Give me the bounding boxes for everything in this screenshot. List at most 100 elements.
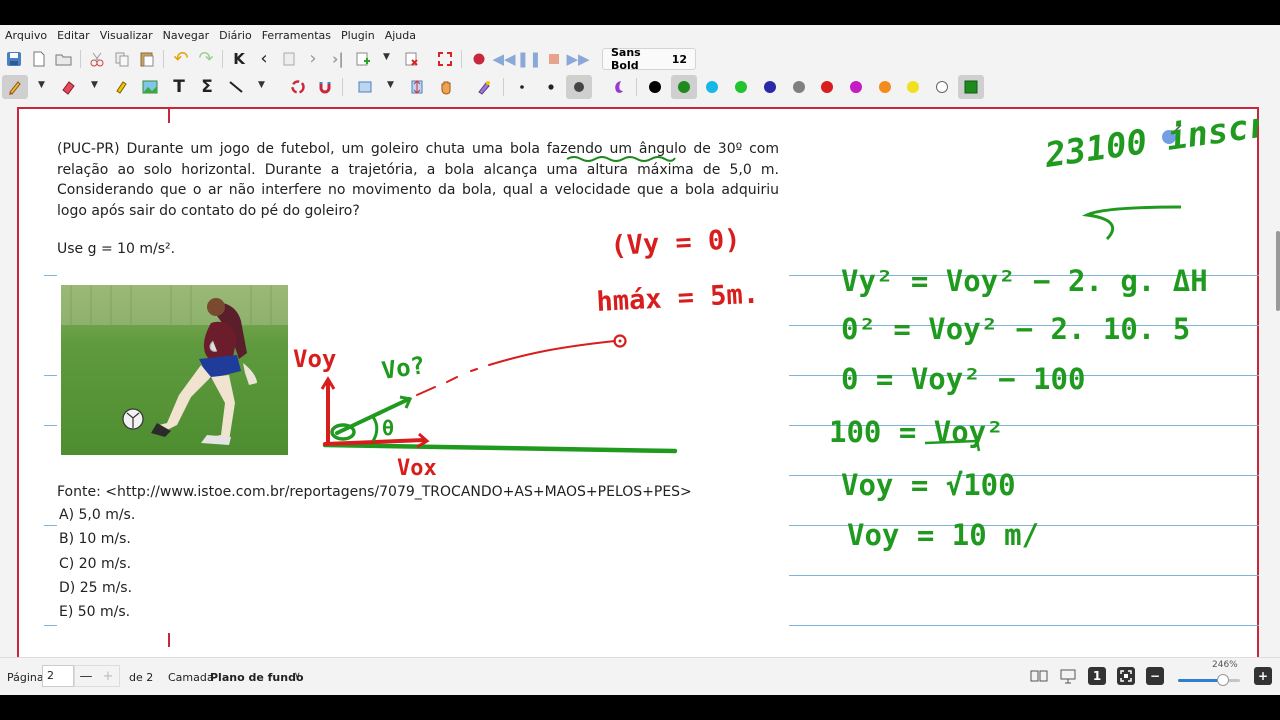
page-number-input[interactable]: 2 [42, 665, 74, 687]
font-size: 12 [671, 52, 687, 66]
fullscreen-icon[interactable] [434, 48, 456, 70]
color-swatch-3[interactable] [706, 81, 718, 93]
xournal-window: Arquivo Editar Visualizar Navegar Diário… [0, 25, 1280, 695]
menu-diario[interactable]: Diário [214, 29, 257, 42]
menu-ajuda[interactable]: Ajuda [380, 29, 421, 42]
layer-selector[interactable]: Plano de fundo [210, 671, 304, 684]
zoom-100-button[interactable]: 1 [1088, 667, 1106, 685]
ribbon-arrow [1081, 205, 1182, 241]
add-page-dropdown-icon[interactable]: ▼ [383, 52, 390, 62]
document-page[interactable]: (PUC-PR) Durante um jogo de futebol, um … [17, 107, 1259, 657]
color-swatch-9[interactable] [879, 81, 891, 93]
page-label: Página [7, 671, 44, 684]
rewind-icon[interactable]: ◀◀ [492, 48, 515, 70]
custom-color-icon[interactable] [960, 76, 982, 98]
latex-tool-icon[interactable]: Σ [196, 76, 218, 98]
cut-icon[interactable] [86, 48, 108, 70]
copy-icon[interactable] [111, 48, 133, 70]
color-swatch-2[interactable] [678, 81, 690, 93]
last-page-icon[interactable]: ›| [327, 48, 349, 70]
menu-navegar[interactable]: Navegar [158, 29, 215, 42]
hand-tool-icon[interactable] [435, 76, 457, 98]
increment-icon[interactable]: + [97, 669, 119, 684]
status-bar: Página 2 — + de 2 Camada Plano de fundo ∨… [0, 657, 1280, 695]
next-page-icon[interactable]: › [302, 48, 324, 70]
play-object-icon[interactable] [473, 76, 495, 98]
angle-underline [566, 156, 676, 162]
add-page-icon[interactable] [352, 48, 374, 70]
redo-icon[interactable]: ↷ [195, 48, 217, 70]
color-swatch-4[interactable] [735, 81, 747, 93]
hw-vox-label: Vox [397, 456, 437, 481]
pen-tool-icon[interactable] [4, 76, 26, 98]
menu-editar[interactable]: Editar [52, 29, 95, 42]
font-name: Sans Bold [611, 46, 641, 72]
thin-size-icon[interactable] [511, 76, 533, 98]
menu-plugin[interactable]: Plugin [336, 29, 380, 42]
zoom-out-icon[interactable]: − [1146, 667, 1164, 685]
hw-subscribers-text: 23100 inscritos! [1042, 109, 1259, 176]
select-rect-icon[interactable] [354, 76, 376, 98]
fill-icon[interactable] [607, 76, 629, 98]
trajectory-diagram [320, 334, 678, 454]
hw-vo-label: Vo? [380, 351, 427, 385]
zoom-in-icon[interactable]: + [1254, 667, 1272, 685]
color-swatch-5[interactable] [764, 81, 776, 93]
presentation-icon[interactable] [1059, 667, 1077, 685]
paste-icon[interactable] [136, 48, 158, 70]
stop-icon[interactable] [543, 48, 565, 70]
record-icon[interactable] [468, 48, 490, 70]
first-page-icon[interactable]: K [228, 48, 250, 70]
zoom-fit-icon[interactable] [1117, 667, 1135, 685]
main-toolbar: ↶ ↷ K ‹ › ›| ▼ ◀◀ ❚❚ ▶▶ Sans Bold 12 [0, 45, 1280, 73]
new-document-icon[interactable] [28, 48, 50, 70]
highlighter-icon[interactable] [110, 76, 132, 98]
goto-page-icon[interactable] [278, 48, 300, 70]
save-icon[interactable] [3, 48, 25, 70]
zoom-slider[interactable] [1178, 674, 1240, 686]
image-tool-icon[interactable] [139, 76, 161, 98]
undo-icon[interactable]: ↶ [170, 48, 192, 70]
menu-arquivo[interactable]: Arquivo [0, 29, 52, 42]
vertical-scrollbar[interactable] [1276, 231, 1280, 311]
menu-ferramentas[interactable]: Ferramentas [257, 29, 336, 42]
color-swatch-7[interactable] [821, 81, 833, 93]
color-swatch-8[interactable] [850, 81, 862, 93]
open-folder-icon[interactable] [53, 48, 75, 70]
menu-visualizar[interactable]: Visualizar [95, 29, 158, 42]
handwritten-annotations: (Vy = 0) hmáx = 5m. Voy Vo? θ Vox 23100 … [293, 109, 1259, 552]
hw-theta: θ [382, 416, 394, 440]
fast-forward-icon[interactable]: ▶▶ [566, 48, 589, 70]
eraser-icon[interactable] [57, 76, 79, 98]
text-tool-icon[interactable]: T [168, 76, 190, 98]
hw-voy-label: Voy [293, 345, 336, 373]
hw-vy-zero: (Vy = 0) [610, 224, 741, 262]
magnet-icon[interactable] [314, 76, 336, 98]
color-swatch-11[interactable] [936, 81, 948, 93]
medium-size-icon[interactable] [540, 76, 562, 98]
line-tool-icon[interactable] [225, 76, 247, 98]
pen-dropdown-icon[interactable]: ▼ [38, 80, 45, 90]
color-swatch-1[interactable] [649, 81, 661, 93]
pause-icon[interactable]: ❚❚ [516, 48, 541, 70]
page-count: de 2 [129, 671, 154, 684]
select-dropdown-icon[interactable]: ▼ [387, 80, 394, 90]
dual-page-icon[interactable] [1030, 667, 1048, 685]
page-stepper[interactable]: — + [74, 665, 120, 687]
document-workspace[interactable]: (PUC-PR) Durante um jogo de futebol, um … [0, 101, 1280, 657]
zoom-slider-handle[interactable] [1216, 674, 1229, 686]
color-swatch-10[interactable] [907, 81, 919, 93]
vertical-space-icon[interactable] [406, 76, 428, 98]
shape-recognizer-icon[interactable] [287, 76, 309, 98]
delete-page-icon[interactable] [400, 48, 422, 70]
font-selector[interactable]: Sans Bold 12 [602, 46, 696, 72]
thick-size-icon[interactable] [568, 76, 590, 98]
shape-dropdown-icon[interactable]: ▼ [258, 80, 265, 90]
layer-dropdown-icon[interactable]: ∨ [294, 671, 301, 681]
eraser-dropdown-icon[interactable]: ▼ [91, 80, 98, 90]
color-swatch-6[interactable] [793, 81, 805, 93]
decrement-icon[interactable]: — [75, 669, 97, 684]
hw-eq1: Vy² = Voy² − 2. g. ΔH [841, 264, 1208, 298]
previous-page-icon[interactable]: ‹ [253, 48, 275, 70]
hw-subscribers: 23100 inscritos! [1042, 109, 1259, 176]
